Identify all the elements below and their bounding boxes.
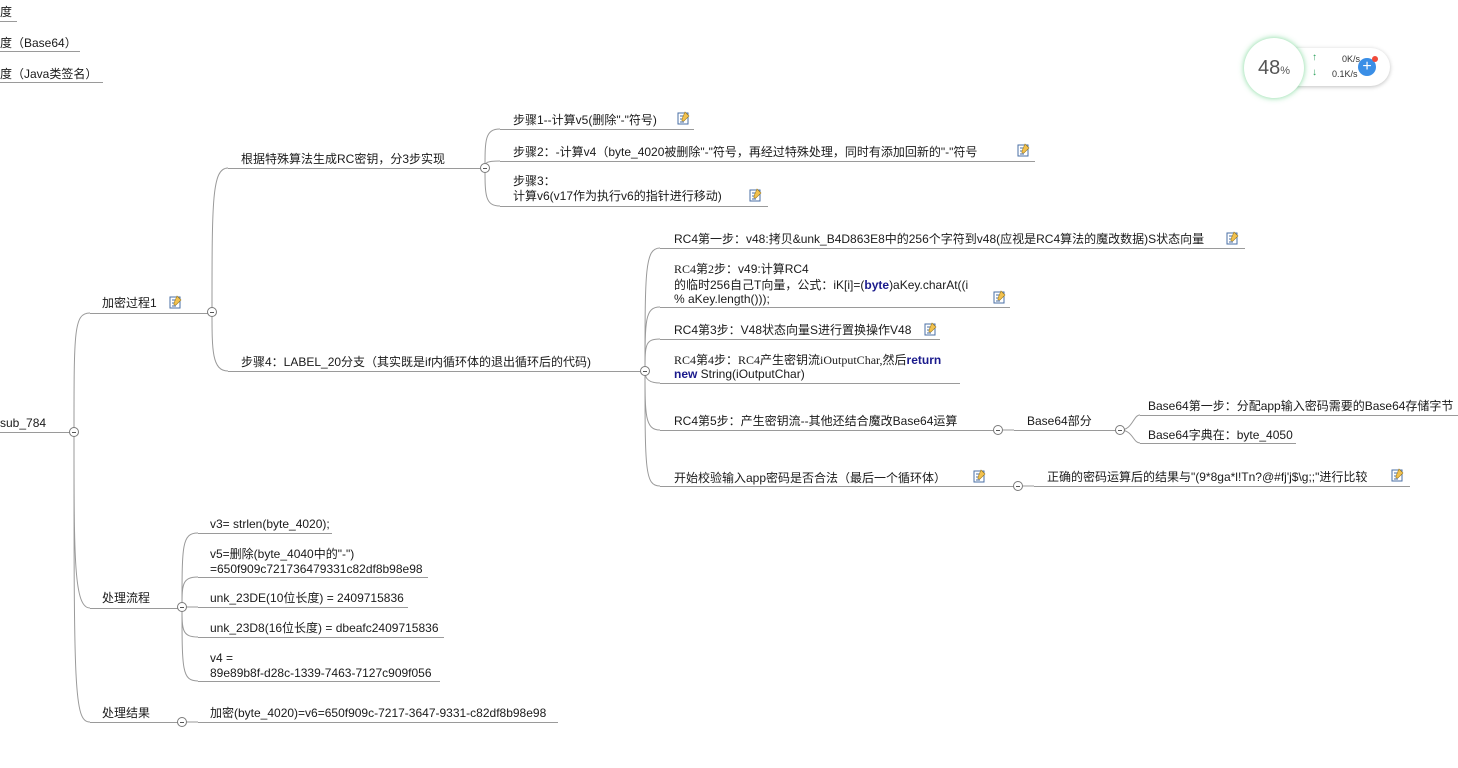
legend-item-1: 度: [0, 5, 13, 19]
verify-result-underline: [1034, 486, 1410, 487]
rc4-4-code: String(iOutputChar): [697, 367, 805, 381]
topic-result-1[interactable]: 加密(byte_4020)=v6=650f909c-7217-3647-9331…: [210, 706, 546, 721]
flow-5-underline: [198, 681, 440, 682]
rc4-4-text: RC4第4步：RC4产生密钥流iOutputChar,然后: [674, 353, 907, 367]
topic-enc-process[interactable]: 加密过程1: [102, 296, 157, 311]
step4-collapse-toggle[interactable]: [640, 366, 650, 376]
topic-flow[interactable]: 处理流程: [102, 591, 150, 606]
topic-rc4-3[interactable]: RC4第3步：V48状态向量S进行置换操作V48: [674, 323, 911, 338]
verify-underline: [660, 486, 1014, 487]
enc-collapse-toggle[interactable]: [207, 307, 217, 317]
rc4-5-underline: [660, 430, 994, 431]
note-icon[interactable]: [993, 290, 1006, 304]
topic-rc4-4-line2: new String(iOutputChar): [674, 367, 805, 382]
rc4-2-formula-a: 的临时256自己T向量，公式：iK[i]=(: [674, 278, 865, 292]
cpu-percent-sign: %: [1280, 65, 1291, 77]
note-icon[interactable]: [973, 469, 986, 483]
rc4-1-underline: [660, 248, 1245, 249]
topic-step2[interactable]: 步骤2：-计算v4（byte_4020被删除"-"符号，再经过特殊处理，同时有添…: [513, 145, 977, 160]
flow-1-underline: [198, 533, 332, 534]
topic-step1[interactable]: 步骤1--计算v5(删除"-"符号): [513, 113, 657, 128]
legend-underline-3: [0, 82, 103, 83]
topic-rc4-1[interactable]: RC4第一步：v48:拷贝&unk_B4D863E8中的256个字符到v48(应…: [674, 232, 1204, 247]
rc4-3-underline: [660, 339, 940, 340]
verify-collapse-toggle[interactable]: [1013, 481, 1023, 491]
step4-underline: [228, 371, 641, 372]
topic-rc4-2-line2[interactable]: 的临时256自己T向量，公式：iK[i]=(byte)aKey.charAt((…: [674, 278, 968, 293]
notification-dot: [1372, 56, 1378, 62]
rc4-2-underline: [660, 307, 1010, 308]
topic-flow-3[interactable]: unk_23DE(10位长度) = 2409715836: [210, 591, 404, 606]
topic-flow-1[interactable]: v3= strlen(byte_4020);: [210, 517, 330, 532]
topic-step3[interactable]: 步骤3： 计算v6(v17作为执行v6的指针进行移动): [513, 174, 722, 204]
note-icon[interactable]: [1226, 231, 1239, 245]
topic-verify[interactable]: 开始校验输入app密码是否合法（最后一个循环体）: [674, 471, 946, 486]
upload-arrow-icon: ↑: [1312, 52, 1317, 63]
topic-gen-key[interactable]: 根据特殊算法生成RC密钥，分3步实现: [241, 152, 445, 167]
rc4-2-formula-b: )aKey.charAt((i: [889, 278, 969, 292]
enc-underline: [90, 313, 208, 314]
note-icon[interactable]: [169, 295, 182, 309]
note-icon[interactable]: [1391, 468, 1404, 482]
network-speed-widget[interactable]: 48% ↑ 0K/s ↓ 0.1K/s +: [1244, 38, 1392, 98]
legend-underline-1: [0, 21, 17, 22]
note-icon[interactable]: [749, 188, 762, 202]
topic-rc4-5[interactable]: RC4第5步：产生密钥流--其他还结合魔改Base64运算: [674, 414, 957, 429]
gen-key-underline: [228, 168, 481, 169]
topic-step4[interactable]: 步骤4：LABEL_20分支（其实既是if内循环体的退出循环后的代码): [241, 355, 591, 370]
rc4-2-prefix: RC4第2步：: [674, 262, 739, 276]
topic-flow-4[interactable]: unk_23D8(16位长度) = dbeafc2409715836: [210, 621, 439, 636]
download-speed: 0.1K/s: [1332, 69, 1358, 79]
step2-underline: [500, 161, 1035, 162]
legend-item-3: 度（Java类签名）: [0, 67, 98, 81]
legend-underline-2: [0, 51, 80, 52]
cpu-percent-value: 48: [1257, 57, 1281, 79]
flow-collapse-toggle[interactable]: [177, 602, 187, 612]
base64-underline: [1014, 430, 1116, 431]
step1-underline: [500, 129, 694, 130]
upload-speed: 0K/s: [1342, 54, 1361, 64]
result-1-underline: [198, 722, 558, 723]
root-underline: [0, 432, 70, 433]
note-icon[interactable]: [677, 111, 690, 125]
root-collapse-toggle[interactable]: [69, 427, 79, 437]
rc4-4-keyword-new: new: [674, 367, 698, 381]
result-underline: [90, 722, 178, 723]
topic-base64[interactable]: Base64部分: [1027, 414, 1092, 429]
topic-verify-result[interactable]: 正确的密码运算后的结果与"(9*8ga*l!Tn?@#fj'j$\g;;"进行比…: [1047, 470, 1367, 485]
flow-3-underline: [198, 607, 408, 608]
topic-flow-2[interactable]: v5=删除(byte_4040中的"-") =650f909c721736479…: [210, 547, 423, 577]
step3-underline: [500, 206, 768, 207]
flow-underline: [90, 608, 178, 609]
rc4-4-underline: [660, 383, 960, 384]
download-arrow-icon: ↓: [1312, 67, 1317, 78]
legend-item-2: 度（Base64）: [0, 36, 77, 50]
note-icon[interactable]: [1017, 143, 1030, 157]
topic-result[interactable]: 处理结果: [102, 706, 150, 721]
flow-2-underline: [198, 577, 428, 578]
rc4-5-collapse-toggle[interactable]: [993, 425, 1003, 435]
result-collapse-toggle[interactable]: [177, 717, 187, 727]
root-topic[interactable]: sub_784: [0, 416, 46, 431]
topic-flow-5[interactable]: v4 = 89e89b8f-d28c-1339-7463-7127c909f05…: [210, 651, 432, 681]
base64-2-underline: [1140, 443, 1296, 444]
base64-collapse-toggle[interactable]: [1115, 425, 1125, 435]
topic-rc4-4[interactable]: RC4第4步：RC4产生密钥流iOutputChar,然后return: [674, 353, 941, 368]
flow-4-underline: [198, 637, 444, 638]
gen-key-collapse-toggle[interactable]: [480, 163, 490, 173]
base64-1-underline: [1140, 415, 1458, 416]
rc4-4-keyword-return: return: [906, 353, 942, 367]
rc4-2-title: v49:计算RC4: [738, 262, 809, 276]
topic-rc4-2[interactable]: RC4第2步：v49:计算RC4: [674, 262, 809, 277]
cpu-percent: 48%: [1244, 38, 1304, 98]
rc4-2-keyword: byte: [864, 278, 890, 292]
topic-base64-2[interactable]: Base64字典在：byte_4050: [1148, 428, 1293, 443]
note-icon[interactable]: [924, 322, 937, 336]
topic-rc4-2-line3: % aKey.length()));: [674, 292, 770, 306]
topic-base64-1[interactable]: Base64第一步：分配app输入密码需要的Base64存储字节: [1148, 399, 1453, 414]
